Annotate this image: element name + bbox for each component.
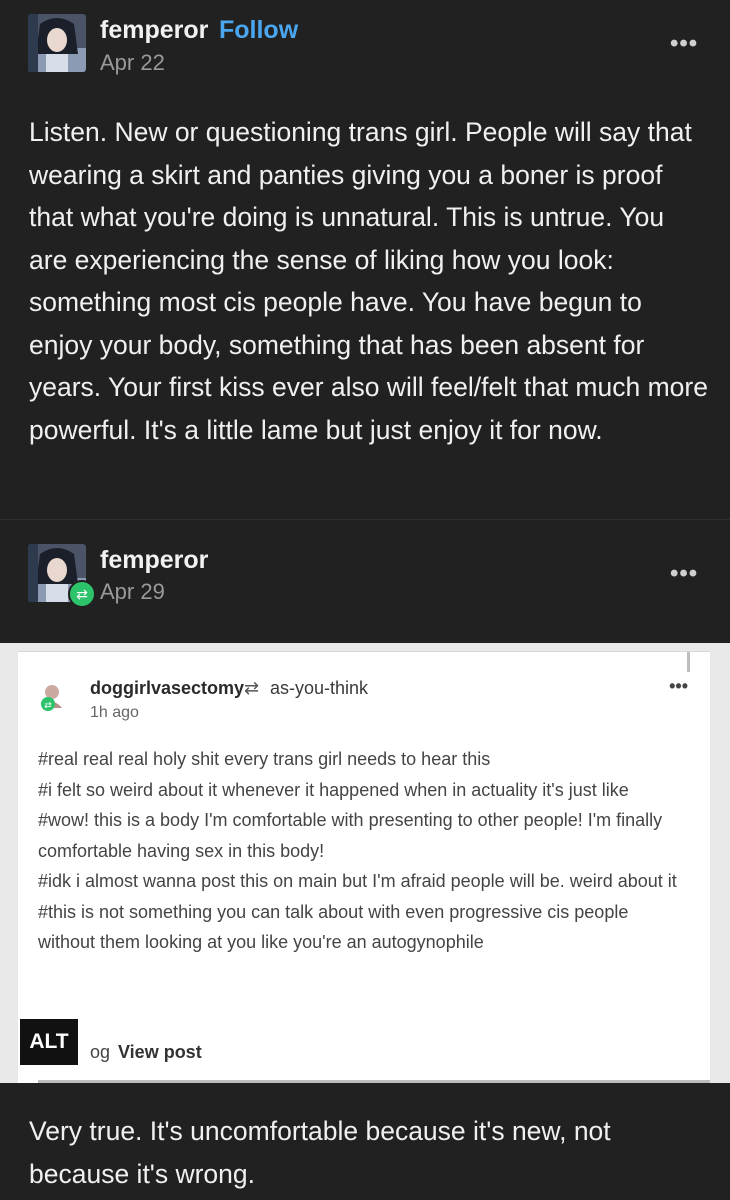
screenshot-tags: #real real real holy shit every trans gi… — [38, 744, 678, 958]
divider — [38, 1080, 710, 1083]
more-options-icon[interactable]: ••• — [670, 560, 698, 588]
svg-text:⇄: ⇄ — [44, 700, 52, 710]
alt-text-button[interactable]: ALT — [20, 1019, 78, 1065]
more-options-icon[interactable]: ••• — [670, 30, 698, 58]
scrollbar — [687, 652, 690, 672]
post-original: femperor Follow Apr 22 ••• Listen. New o… — [0, 0, 730, 520]
reblog-icon: ⇄ — [244, 678, 260, 698]
tag: #i felt so weird about it whenever it ha… — [38, 779, 629, 800]
follow-button[interactable]: Follow — [219, 16, 298, 45]
post-date: Apr 29 — [100, 579, 165, 604]
reblog-comment: Very true. It's uncomfortable because it… — [29, 1116, 611, 1189]
tag: #this is not something you can talk abou… — [38, 901, 629, 953]
post-date: Apr 22 — [100, 50, 165, 75]
screenshot-post-card: ⇄ doggirlvasectomy ⇄ as-you-think 1h ago… — [18, 651, 710, 1083]
avatar: ⇄ — [38, 680, 70, 712]
screenshot-timestamp: 1h ago — [90, 704, 139, 721]
tag: #idk i almost wanna post this on main bu… — [38, 871, 677, 891]
avatar[interactable] — [28, 14, 86, 72]
post-username[interactable]: femperor — [100, 16, 208, 45]
screenshot-reblog-label: og — [90, 1042, 111, 1062]
post-username[interactable]: femperor — [100, 546, 208, 575]
post-body: Listen. New or questioning trans girl. P… — [29, 117, 708, 445]
tag: #real real real holy shit every trans gi… — [38, 749, 491, 769]
screenshot-username: doggirlvasectomy — [90, 678, 245, 698]
embedded-screenshot[interactable]: ⇄ doggirlvasectomy ⇄ as-you-think 1h ago… — [0, 643, 730, 1083]
more-options-icon: ••• — [669, 676, 688, 696]
tag: #wow! this is a body I'm comfortable wit… — [38, 810, 663, 861]
screenshot-reblogged-from: as-you-think — [270, 678, 369, 698]
screenshot-view-post: View post — [118, 1042, 202, 1062]
reblog-icon: ⇄ — [68, 580, 96, 608]
